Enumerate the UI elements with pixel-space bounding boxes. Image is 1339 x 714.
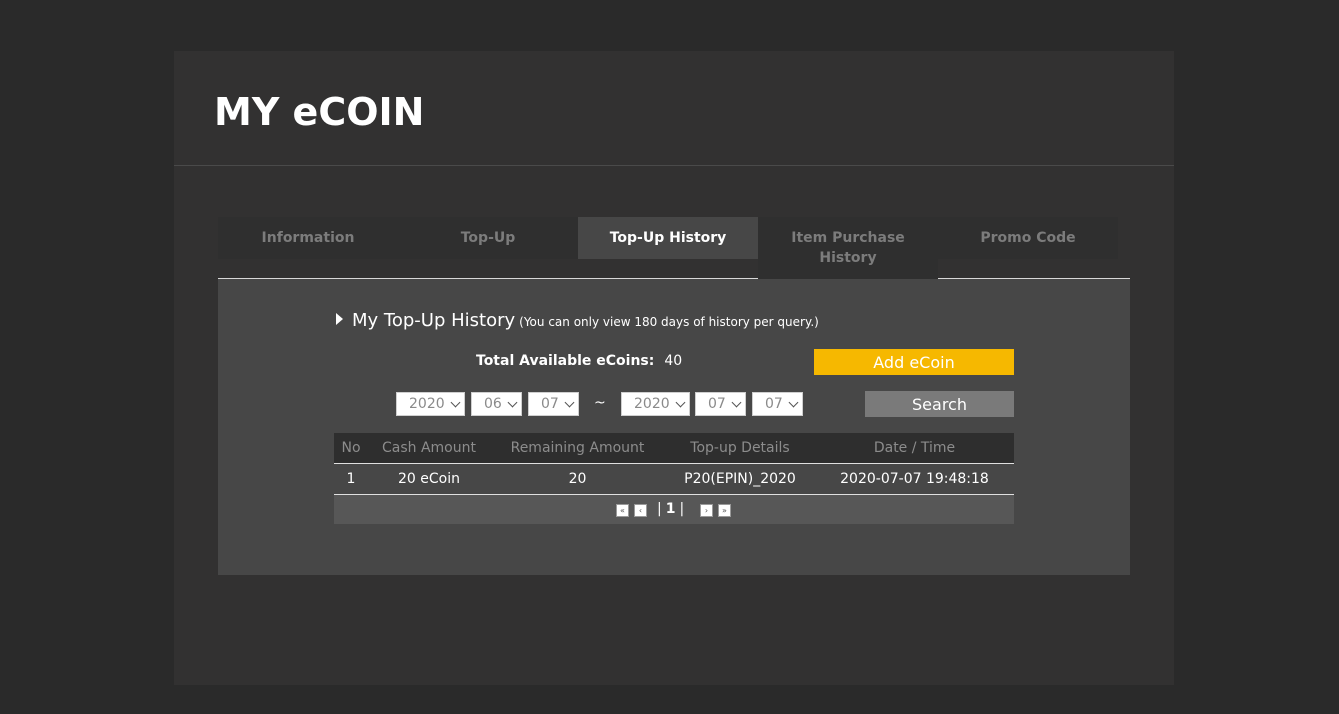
next-page-icon[interactable]: ›	[700, 504, 713, 517]
table-header: No Cash Amount Remaining Amount Top-up D…	[334, 433, 1014, 464]
col-header-no: No	[341, 440, 361, 456]
chevron-down-icon	[450, 397, 461, 408]
history-content: My Top-Up History (You can only view 180 …	[218, 279, 1130, 575]
section-title: My Top-Up History	[352, 310, 516, 331]
to-year-value: 2020	[634, 396, 670, 412]
from-year-select[interactable]: 2020	[396, 392, 465, 416]
tab-information[interactable]: Information	[218, 217, 398, 259]
page-current[interactable]: 1	[666, 501, 676, 517]
date-separator: ~	[594, 395, 606, 411]
page-title: MY eCOIN	[214, 90, 425, 134]
chevron-down-icon	[507, 397, 518, 408]
triangle-right-icon	[336, 313, 343, 325]
chevron-down-icon	[675, 397, 686, 408]
cell-no: 1	[346, 471, 356, 487]
to-month-select[interactable]: 07	[695, 392, 746, 416]
tab-promo-code[interactable]: Promo Code	[938, 217, 1118, 259]
col-header-cash-amount: Cash Amount	[382, 440, 476, 456]
to-day-select[interactable]: 07	[752, 392, 803, 416]
first-page-icon[interactable]: «	[616, 504, 629, 517]
cell-date-time: 2020-07-07 19:48:18	[840, 471, 989, 487]
col-header-remaining-amount: Remaining Amount	[510, 440, 645, 456]
chevron-down-icon	[788, 397, 799, 408]
page-header: MY eCOIN	[174, 51, 1174, 166]
table-row: 1 20 eCoin 20 P20(EPIN)_2020 2020-07-07 …	[334, 464, 1014, 495]
page-separator-right: |	[679, 501, 685, 517]
cell-top-up-details: P20(EPIN)_2020	[684, 471, 796, 487]
cell-cash-amount: 20 eCoin	[398, 471, 460, 487]
balance-label: Total Available eCoins:	[476, 353, 655, 369]
from-year-value: 2020	[409, 396, 445, 412]
balance-value: 40	[664, 353, 683, 369]
history-table: No Cash Amount Remaining Amount Top-up D…	[334, 433, 1014, 524]
pagination: « ‹ | 1 | › »	[334, 495, 1014, 524]
from-day-select[interactable]: 07	[528, 392, 579, 416]
from-day-value: 07	[541, 396, 559, 412]
last-page-icon[interactable]: »	[718, 504, 731, 517]
cell-remaining-amount: 20	[568, 471, 587, 487]
chevron-down-icon	[731, 397, 742, 408]
balance-display: Total Available eCoins: 40	[476, 353, 682, 369]
section-note: (You can only view 180 days of history p…	[519, 315, 819, 329]
page-separator-left: |	[657, 501, 662, 517]
tab-item-purchase-history[interactable]: Item Purchase History	[758, 217, 938, 279]
prev-page-icon[interactable]: ‹	[634, 504, 647, 517]
from-month-value: 06	[484, 396, 502, 412]
col-header-top-up-details: Top-up Details	[690, 440, 790, 456]
page-numbers: | 1 |	[657, 501, 684, 517]
tab-top-up[interactable]: Top-Up	[398, 217, 578, 259]
chevron-down-icon	[564, 397, 575, 408]
add-ecoin-button[interactable]: Add eCoin	[814, 349, 1014, 375]
search-button[interactable]: Search	[865, 391, 1014, 417]
from-month-select[interactable]: 06	[471, 392, 522, 416]
to-day-value: 07	[765, 396, 783, 412]
to-month-value: 07	[708, 396, 726, 412]
to-year-select[interactable]: 2020	[621, 392, 690, 416]
ecoin-panel: MY eCOIN Information Top-Up Top-Up Histo…	[174, 51, 1174, 685]
section-heading: My Top-Up History (You can only view 180 …	[336, 310, 819, 331]
tab-bar: Information Top-Up Top-Up History Item P…	[218, 217, 1130, 279]
tab-top-up-history[interactable]: Top-Up History	[578, 217, 758, 259]
col-header-date-time: Date / Time	[873, 440, 956, 456]
